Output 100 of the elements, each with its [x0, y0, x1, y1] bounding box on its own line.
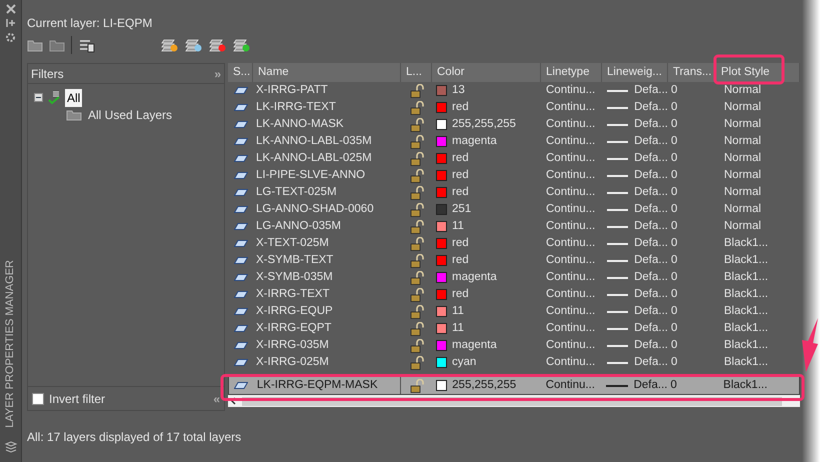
open-padlock-icon[interactable]	[410, 322, 424, 336]
layer-row[interactable]: LK-ANNO-MASK 255,255,255 Continu... Defa... 0 Normal	[228, 116, 800, 134]
open-padlock-icon[interactable]	[410, 118, 424, 132]
transparency: 0	[671, 135, 678, 148]
filter-item[interactable]: All	[65, 88, 82, 106]
delete-layer-icon[interactable]	[208, 37, 226, 53]
color-swatch[interactable]	[436, 238, 447, 250]
open-padlock-icon[interactable]	[410, 338, 424, 353]
column-header[interactable]: L...	[401, 63, 432, 82]
layer-row[interactable]: LK-IRRG-EQPM-MASK 255,255,255 Continu... Defa... 0 Black1...	[228, 376, 800, 396]
linetype: Continu...	[546, 84, 596, 96]
open-padlock-icon[interactable]	[410, 270, 424, 285]
pin-icon[interactable]	[6, 18, 16, 28]
open-padlock-icon[interactable]	[410, 186, 424, 200]
open-padlock-icon[interactable]	[410, 304, 424, 319]
color-swatch[interactable]	[436, 340, 447, 352]
layer-icon	[234, 291, 248, 298]
color-swatch[interactable]	[436, 306, 447, 318]
layer-row[interactable]: LK-ANNO-LABL-035M magenta Continu... Defa... 0 Normal	[228, 133, 800, 150]
layer-row[interactable]: X-SYMB-TEXT red Continu... Defa... 0 Black1...	[228, 252, 800, 270]
color-swatch[interactable]	[436, 119, 447, 130]
open-padlock-icon[interactable]	[410, 168, 424, 183]
open-padlock-icon[interactable]	[410, 288, 424, 302]
color-swatch[interactable]	[436, 221, 447, 232]
new-frozen-layer-icon[interactable]	[184, 37, 202, 53]
color-name: red	[452, 236, 469, 252]
layer-row[interactable]: X-IRRG-025M cyan Continu... Defa... 0 Black1...	[228, 354, 800, 372]
column-header[interactable]: Plot Style	[716, 63, 800, 82]
linetype: Continu...	[546, 152, 596, 164]
color-swatch[interactable]	[436, 85, 447, 96]
lineweight: Defa...	[634, 83, 668, 98]
transparency: 0	[670, 379, 677, 392]
filter-item[interactable]: All Used Layers	[86, 106, 174, 124]
layer-row[interactable]: LG-TEXT-025M red Continu... Defa... 0 Normal	[228, 184, 800, 202]
color-swatch[interactable]	[436, 380, 448, 392]
new-layer-icon[interactable]	[160, 37, 178, 53]
open-padlock-icon[interactable]	[410, 152, 424, 166]
lineweight-line	[607, 158, 628, 160]
expand-button[interactable]: »	[214, 68, 221, 80]
open-padlock-icon[interactable]	[410, 220, 424, 234]
layer-row[interactable]: LG-ANNO-035M 11 Continu... Defa... 0 Normal	[228, 218, 800, 236]
open-padlock-icon[interactable]	[410, 134, 424, 149]
layer-name: X-IRRG-025M	[255, 355, 329, 370]
color-swatch[interactable]	[436, 357, 447, 368]
layer-icon	[234, 138, 248, 146]
color-swatch[interactable]	[436, 187, 447, 198]
open-padlock-icon[interactable]	[410, 378, 424, 393]
layer-icon	[234, 274, 248, 282]
collapse-toggle-icon[interactable]	[34, 93, 43, 102]
open-padlock-icon[interactable]	[410, 84, 424, 98]
column-header[interactable]: Name	[253, 63, 401, 82]
collapse-button[interactable]: «	[213, 392, 220, 404]
open-padlock-icon[interactable]	[410, 236, 424, 251]
column-header[interactable]: Color	[432, 63, 541, 82]
lineweight-line	[607, 192, 628, 194]
column-header[interactable]: Trans...	[668, 63, 716, 82]
folder-icon[interactable]	[27, 38, 43, 52]
color-name: 255,255,255	[452, 378, 516, 394]
layer-row[interactable]: X-TEXT-025M red Continu... Defa... 0 Black1...	[228, 235, 800, 252]
open-padlock-icon[interactable]	[410, 356, 424, 370]
linetype: Continu...	[546, 254, 596, 266]
column-header[interactable]: S...	[228, 63, 253, 82]
column-header[interactable]: Linetype	[541, 63, 602, 82]
color-swatch[interactable]	[436, 153, 447, 164]
color-swatch[interactable]	[436, 170, 447, 182]
layer-icon	[234, 206, 248, 214]
open-padlock-icon[interactable]	[410, 254, 424, 268]
color-swatch[interactable]	[436, 102, 447, 114]
color-swatch[interactable]	[436, 136, 447, 148]
open-padlock-icon[interactable]	[410, 100, 424, 115]
close-icon[interactable]	[6, 4, 16, 14]
layer-row[interactable]: LK-ANNO-LABL-025M red Continu... Defa... 0 Normal	[228, 150, 800, 168]
open-padlock-icon[interactable]	[410, 202, 424, 217]
invert-filter-checkbox[interactable]	[32, 392, 44, 404]
layer-row[interactable]: X-SYMB-035M magenta Continu... Defa... 0 Black1...	[228, 269, 800, 286]
color-swatch[interactable]	[436, 289, 447, 300]
layer-row[interactable]: X-IRRG-035M magenta Continu... Defa... 0 Black1...	[228, 337, 800, 354]
color-name: red	[452, 151, 469, 166]
layer-row[interactable]: X-IRRG-EQUP 11 Continu... Defa... 0 Black1...	[228, 303, 800, 320]
settings-icon[interactable]	[5, 32, 16, 43]
layer-row[interactable]: X-IRRG-EQPT 11 Continu... Defa... 0 Black1...	[228, 320, 800, 338]
lineweight: Defa...	[634, 253, 668, 268]
linetype: Continu...	[546, 135, 596, 148]
lineweight-line	[607, 344, 628, 347]
layer-row[interactable]: X-IRRG-PATT 13 Continu... Defa... 0 Normal	[228, 82, 800, 100]
set-current-icon[interactable]	[232, 37, 250, 53]
column-header[interactable]: Lineweig...	[602, 63, 668, 82]
layer-row[interactable]: LK-IRRG-TEXT red Continu... Defa... 0 Normal	[228, 99, 800, 116]
layer-row[interactable]: X-IRRG-TEXT red Continu... Defa... 0 Black1...	[228, 286, 800, 304]
lineweight-line	[607, 174, 628, 177]
color-swatch[interactable]	[436, 204, 447, 216]
color-swatch[interactable]	[436, 272, 447, 284]
layer-row[interactable]: LG-ANNO-SHAD-0060 251 Continu... Defa... 0 Normal	[228, 201, 800, 218]
color-swatch[interactable]	[436, 323, 447, 334]
layer-row[interactable]: LI-PIPE-SLVE-ANNO red Continu... Defa... 0 Normal	[228, 167, 800, 184]
plot-style: Black1...	[724, 322, 768, 334]
color-swatch[interactable]	[436, 255, 447, 266]
lineweight: Defa...	[634, 202, 668, 218]
color-name: red	[452, 168, 469, 184]
plot-style: Normal	[724, 101, 762, 114]
